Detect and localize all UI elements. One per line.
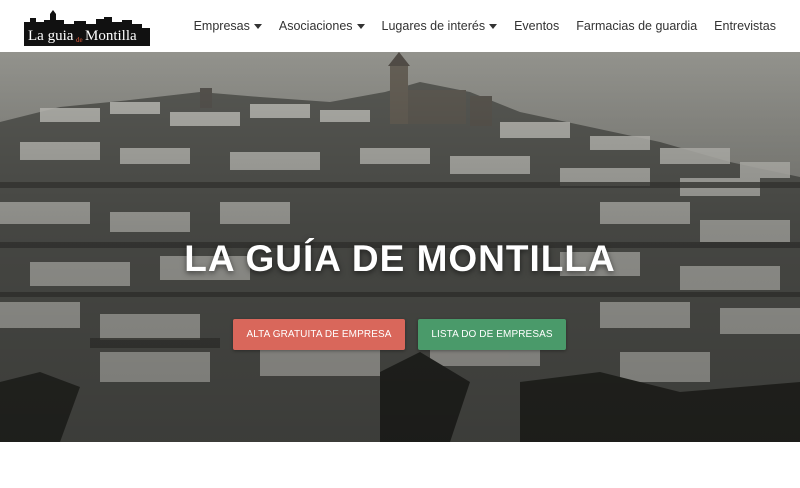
logo-skyline-icon: La guia de Montilla	[24, 10, 150, 46]
logo-text-1: La guia	[28, 28, 74, 44]
nav-item-asociaciones[interactable]: Asociaciones	[279, 19, 365, 33]
main-nav: Empresas Asociaciones Lugares de interés…	[194, 0, 776, 52]
nav-item-entrevistas[interactable]: Entrevistas	[714, 19, 776, 33]
caret-down-icon	[489, 24, 498, 29]
logo-text-3: Montilla	[85, 28, 137, 44]
site-logo[interactable]: La guia de Montilla	[24, 8, 150, 46]
caret-down-icon	[253, 24, 262, 29]
content-area	[0, 442, 800, 488]
nav-item-lugares[interactable]: Lugares de interés	[382, 19, 498, 33]
logo-text-2: de	[76, 36, 83, 44]
nav-item-empresas[interactable]: Empresas	[194, 19, 262, 33]
lista-empresas-button[interactable]: LISTA DO DE EMPRESAS	[418, 319, 566, 350]
nav-item-label: Farmacias de guardia	[576, 19, 698, 33]
nav-item-label: Entrevistas	[714, 19, 776, 33]
nav-item-label: Empresas	[193, 19, 250, 33]
nav-item-farmacias[interactable]: Farmacias de guardia	[576, 19, 697, 33]
nav-item-label: Lugares de interés	[381, 19, 486, 33]
hero-title: LA GUÍA DE MONTILLA	[184, 238, 616, 279]
nav-item-label: Asociaciones	[278, 19, 353, 33]
hero-section: LA GUÍA DE MONTILLA ALTA GRATUITA DE EMP…	[0, 52, 800, 442]
nav-item-eventos[interactable]: Eventos	[514, 19, 559, 33]
alta-empresa-button[interactable]: ALTA GRATUITA DE EMPRESA	[233, 319, 405, 350]
caret-down-icon	[356, 24, 365, 29]
site-header: La guia de Montilla Empresas Asociacione…	[0, 0, 800, 52]
nav-item-label: Eventos	[514, 19, 560, 33]
